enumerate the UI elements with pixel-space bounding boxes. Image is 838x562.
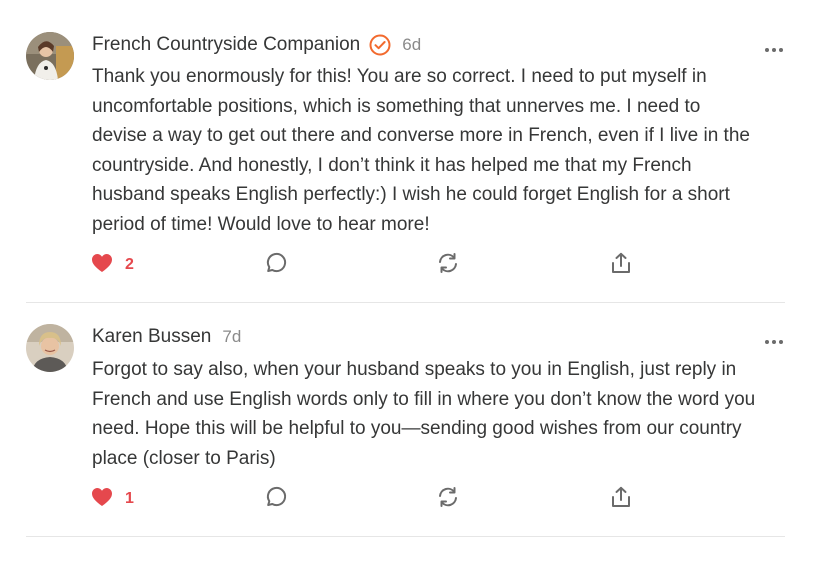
share-icon	[610, 252, 632, 279]
heart-icon	[91, 487, 113, 512]
restack-icon	[437, 252, 459, 279]
comment-bubble-icon	[265, 252, 287, 279]
comment-bubble-icon	[265, 486, 287, 513]
share-button[interactable]	[610, 250, 632, 280]
reply-button[interactable]	[265, 250, 287, 280]
divider	[26, 536, 785, 537]
like-count: 2	[125, 256, 134, 273]
comment-header: French Countryside Companion 6d	[92, 31, 421, 59]
comment-actions: 1	[0, 484, 838, 514]
divider	[26, 302, 785, 303]
restack-icon	[437, 486, 459, 513]
restack-button[interactable]	[437, 250, 459, 280]
comment-date[interactable]: 6d	[402, 35, 421, 55]
more-icon[interactable]	[764, 41, 784, 52]
comment-date[interactable]: 7d	[222, 327, 241, 347]
like-count: 1	[125, 490, 134, 507]
like-button[interactable]: 2	[91, 250, 134, 280]
heart-icon	[91, 253, 113, 278]
comment-actions: 2	[0, 250, 838, 280]
comment-text: Forgot to say also, when your husband sp…	[92, 359, 756, 469]
more-icon[interactable]	[764, 333, 784, 344]
comment-header: Karen Bussen 7d	[92, 323, 241, 351]
author-name[interactable]: Karen Bussen	[92, 326, 211, 348]
verified-badge-icon	[369, 34, 391, 56]
avatar[interactable]	[26, 32, 74, 80]
share-button[interactable]	[610, 484, 632, 514]
author-name[interactable]: French Countryside Companion	[92, 34, 360, 56]
avatar[interactable]	[26, 324, 74, 372]
like-button[interactable]: 1	[91, 484, 134, 514]
share-icon	[610, 486, 632, 513]
restack-button[interactable]	[437, 484, 459, 514]
comment-text: Thank you enormously for this! You are s…	[92, 66, 750, 235]
reply-button[interactable]	[265, 484, 287, 514]
